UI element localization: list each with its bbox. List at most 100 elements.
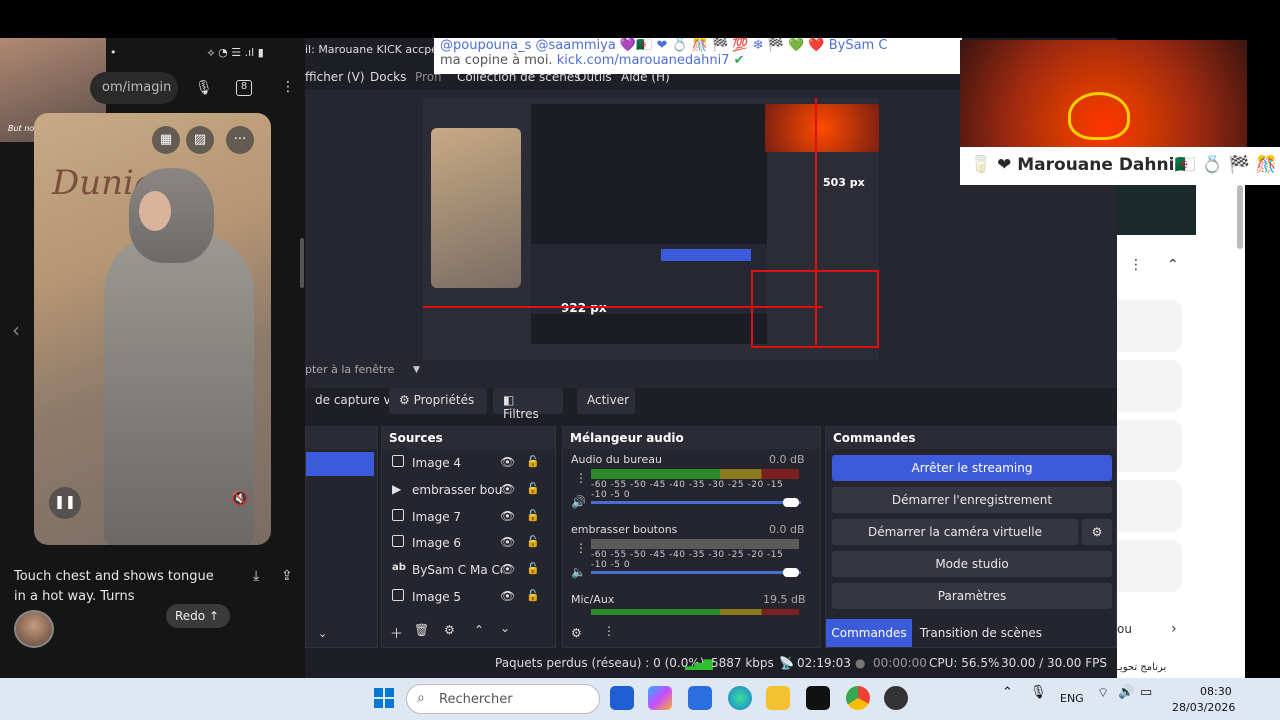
mic-icon[interactable]: 🎙 — [1030, 685, 1047, 700]
studio-mode-button[interactable]: Mode studio — [832, 551, 1112, 577]
chevron-left-icon[interactable]: ‹ — [12, 318, 20, 342]
trash-icon[interactable]: 🗑 — [414, 623, 429, 637]
url-bar[interactable]: om/imagin — [90, 72, 178, 104]
eye-icon[interactable]: 👁 — [500, 535, 515, 549]
eye-icon[interactable]: 👁 — [500, 589, 515, 603]
lock-icon[interactable]: 🔓 — [526, 482, 540, 495]
copilot-icon[interactable] — [648, 686, 672, 710]
lock-icon[interactable]: 🔓 — [526, 509, 540, 522]
scrollbar[interactable] — [300, 238, 304, 288]
obs-icon[interactable] — [884, 686, 908, 710]
lock-icon[interactable]: 🔓 — [526, 535, 540, 548]
more-options-icon[interactable]: ··· — [226, 126, 254, 154]
tabs-icon[interactable]: 8 — [236, 80, 252, 96]
gear-icon[interactable]: ⚙ — [571, 626, 582, 640]
more-icon[interactable]: ⋮ — [603, 624, 615, 638]
wifi-icon[interactable]: ⌔ — [1097, 685, 1109, 701]
speaker-icon[interactable]: 🔊 — [571, 495, 586, 509]
language-indicator[interactable]: ENG — [1060, 692, 1084, 705]
folder-icon[interactable] — [766, 686, 790, 710]
chat-link[interactable]: kick.com/marouanedahni7 — [557, 53, 730, 68]
eye-icon[interactable]: 👁 — [500, 482, 515, 496]
eye-icon[interactable]: 👁 — [500, 562, 515, 576]
chevron-up-icon[interactable]: ⌃ — [1002, 685, 1013, 700]
stop-streaming-button[interactable]: Arrêter le streaming — [832, 455, 1112, 481]
app-icon[interactable] — [610, 686, 634, 710]
share-icon[interactable]: ⇪ — [281, 568, 293, 584]
volume-meter — [591, 609, 799, 615]
more-icon[interactable]: ⋮ — [1129, 257, 1143, 273]
image-icon[interactable]: ▨ — [186, 126, 214, 154]
tab-commands[interactable]: Commandes — [826, 619, 912, 647]
source-item[interactable]: ▶ embrasser bout 👁 🔓 — [388, 480, 544, 502]
lock-icon[interactable]: 🔓 — [526, 562, 540, 575]
muted-speaker-icon[interactable]: 🔈 — [571, 565, 586, 579]
source-item[interactable]: ab BySam C Ma Co 👁 🔓 — [388, 560, 544, 582]
volume-icon[interactable]: 🔊 — [1118, 685, 1134, 700]
tab-transitions[interactable]: Transition de scènes — [916, 619, 1046, 647]
clock-date[interactable]: 28/03/2026 — [1172, 701, 1235, 714]
gear-icon[interactable]: ⚙ — [444, 623, 455, 637]
taskbar-search[interactable]: ⌕ Rechercher — [406, 684, 600, 714]
scene-selected[interactable] — [306, 452, 374, 476]
activate-label: Activer — [587, 393, 630, 407]
chevron-down-icon[interactable]: ⌄ — [318, 627, 327, 640]
chevron-down-icon[interactable]: ⌄ — [500, 621, 510, 635]
source-item[interactable]: Image 6 👁 🔓 — [388, 533, 544, 555]
gear-icon[interactable]: ⚙ — [1082, 519, 1112, 545]
eye-icon[interactable]: 👁 — [500, 509, 515, 523]
source-item[interactable]: Image 4 👁 🔓 — [388, 453, 544, 475]
tile — [374, 699, 383, 708]
source-name: Image 6 — [412, 536, 462, 550]
avatar[interactable] — [14, 610, 54, 648]
chevron-up-icon[interactable]: ⌃ — [1167, 257, 1179, 273]
more-icon[interactable]: ⋮ — [575, 541, 587, 555]
windows-start-icon[interactable] — [374, 688, 394, 708]
channel-db: 0.0 dB — [769, 453, 805, 466]
video-player[interactable]: Dunia ▦ ▨ ··· ❚❚ 🔇 — [34, 113, 271, 545]
start-virtual-camera-button[interactable]: Démarrer la caméra virtuelle — [832, 519, 1078, 545]
placeholder-line — [1117, 540, 1182, 592]
chevron-right-icon[interactable]: › — [1171, 621, 1177, 637]
menu-item-docks[interactable]: Docks — [370, 70, 406, 84]
redo-button[interactable]: Redo ↑ — [166, 604, 230, 628]
battery-icon[interactable]: ▭ — [1140, 685, 1152, 700]
start-recording-button[interactable]: Démarrer l'enregistrement — [832, 487, 1112, 513]
audio-app-icon[interactable] — [806, 686, 830, 710]
nested-obs: 922 px — [531, 104, 767, 344]
source-item[interactable]: Image 7 👁 🔓 — [388, 507, 544, 529]
properties-button[interactable]: ⚙ Propriétés — [389, 388, 487, 414]
filter-icon: ◧ — [503, 393, 515, 407]
edge-icon[interactable] — [728, 686, 752, 710]
more-icon[interactable]: ⋮ — [281, 79, 295, 95]
grid-icon[interactable]: ▦ — [152, 126, 180, 154]
more-icon[interactable]: ⋮ — [575, 471, 587, 485]
scrollbar[interactable] — [1237, 185, 1243, 249]
slider-knob[interactable] — [783, 568, 799, 577]
clock-time[interactable]: 08:30 — [1200, 685, 1232, 698]
chevron-up-icon[interactable]: ⌃ — [474, 623, 484, 637]
pause-icon[interactable]: ❚❚ — [49, 487, 81, 519]
menu-item-view[interactable]: fficher (V) — [305, 70, 365, 84]
source-item[interactable]: Image 5 👁 🔓 — [388, 587, 544, 609]
outlook-icon[interactable] — [688, 686, 712, 710]
filters-button[interactable]: ◧ Filtres — [493, 388, 563, 421]
dropdown-arrow-icon[interactable]: ▼ — [413, 365, 420, 375]
lock-icon[interactable]: 🔓 — [526, 589, 540, 602]
mute-icon[interactable]: 🔇 — [231, 491, 248, 507]
add-icon[interactable]: ＋ — [390, 623, 403, 642]
channel-name: Mic/Aux — [571, 593, 615, 606]
slider-knob[interactable] — [783, 498, 799, 507]
record-icon: ● — [855, 656, 866, 670]
download-icon[interactable]: ⤓ — [253, 568, 259, 584]
lock-icon[interactable]: 🔓 — [526, 455, 540, 468]
activate-button[interactable]: Activer — [577, 388, 635, 414]
mic-icon[interactable]: 🎙 — [195, 80, 213, 96]
bitrate: 5887 kbps — [711, 656, 774, 670]
source-name: Image 7 — [412, 510, 462, 524]
chrome-icon[interactable] — [846, 686, 870, 710]
volume-slider[interactable] — [591, 501, 801, 504]
settings-button[interactable]: Paramètres — [832, 583, 1112, 609]
volume-slider[interactable] — [591, 571, 801, 574]
eye-icon[interactable]: 👁 — [500, 455, 515, 469]
